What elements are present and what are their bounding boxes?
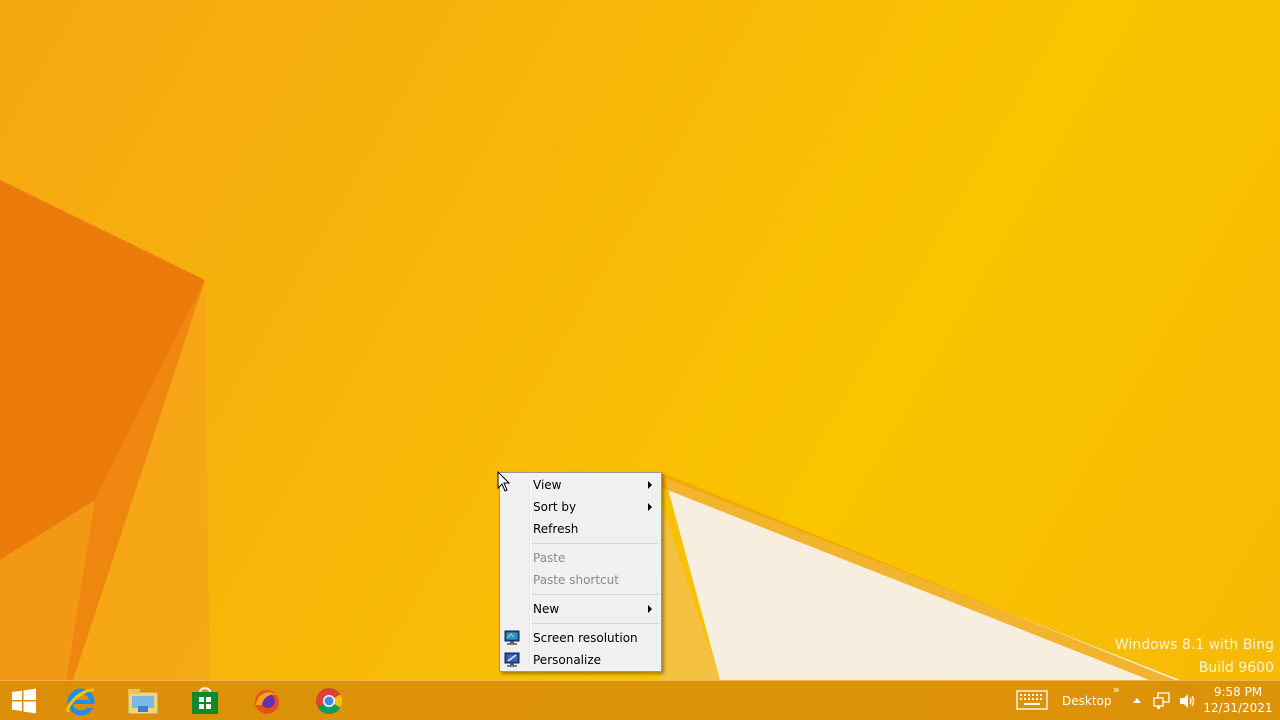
clock-date: 12/31/2021 [1203,701,1273,715]
desktop[interactable]: Windows 8.1 with Bing Build 9600 View So… [0,0,1280,720]
watermark-build: Build 9600 [1198,660,1274,676]
menu-item-screen-resolution[interactable]: Screen resolution [500,627,661,649]
clock-time: 9:58 PM [1213,685,1263,699]
start-button[interactable] [0,681,48,720]
mouse-cursor-icon [497,471,511,492]
menu-separator [500,591,661,598]
internet-explorer-icon [66,688,95,716]
taskbar-clock[interactable]: 9:58 PM 12/31/2021 [1198,684,1278,716]
menu-item-label: Refresh [533,522,579,536]
desktop-toolbar-button[interactable]: Desktop [1062,681,1112,720]
menu-item-paste[interactable]: Paste [500,547,661,569]
submenu-arrow-icon [648,481,652,489]
desktop-context-menu: View Sort by Refresh Paste Paste shortcu… [499,472,662,672]
menu-item-label: Paste [533,551,566,565]
taskbar-internet-explorer[interactable] [52,681,110,720]
show-hidden-icons-icon[interactable] [1131,696,1143,704]
menu-separator [500,540,661,547]
menu-item-new[interactable]: New [500,598,661,620]
menu-item-view[interactable]: View [500,474,661,496]
menu-item-label: Sort by [533,500,577,514]
menu-item-label: Screen resolution [533,631,638,645]
file-explorer-icon [127,689,159,715]
taskbar: Desktop » 9:58 PM 12/31/2021 [0,680,1280,720]
taskbar-file-explorer[interactable] [114,681,172,720]
volume-icon[interactable] [1178,692,1196,710]
taskbar-store[interactable] [176,681,234,720]
windows-watermark: Windows 8.1 with Bing Build 9600 [1115,634,1274,680]
menu-item-label: Personalize [533,653,602,667]
menu-item-label: New [533,602,560,616]
windows-logo-icon [12,688,36,714]
chrome-icon [316,688,343,715]
menu-separator [500,620,661,627]
menu-item-paste-shortcut[interactable]: Paste shortcut [500,569,661,591]
network-icon[interactable] [1153,691,1171,711]
submenu-arrow-icon [648,503,652,511]
store-icon [192,687,218,714]
submenu-arrow-icon [648,605,652,613]
toolbar-overflow-chevron[interactable]: » [1113,683,1120,696]
display-settings-icon [504,630,520,645]
menu-item-sort-by[interactable]: Sort by [500,496,661,518]
menu-item-personalize[interactable]: Personalize [500,649,661,671]
firefox-icon [255,690,279,714]
taskbar-chrome[interactable] [300,681,358,720]
personalize-icon [504,652,520,667]
watermark-edition: Windows 8.1 with Bing [1114,637,1274,653]
taskbar-firefox[interactable] [238,681,296,720]
menu-item-label: View [533,478,562,492]
menu-item-label: Paste shortcut [533,573,619,587]
touch-keyboard-icon[interactable] [1016,690,1048,710]
menu-item-refresh[interactable]: Refresh [500,518,661,540]
